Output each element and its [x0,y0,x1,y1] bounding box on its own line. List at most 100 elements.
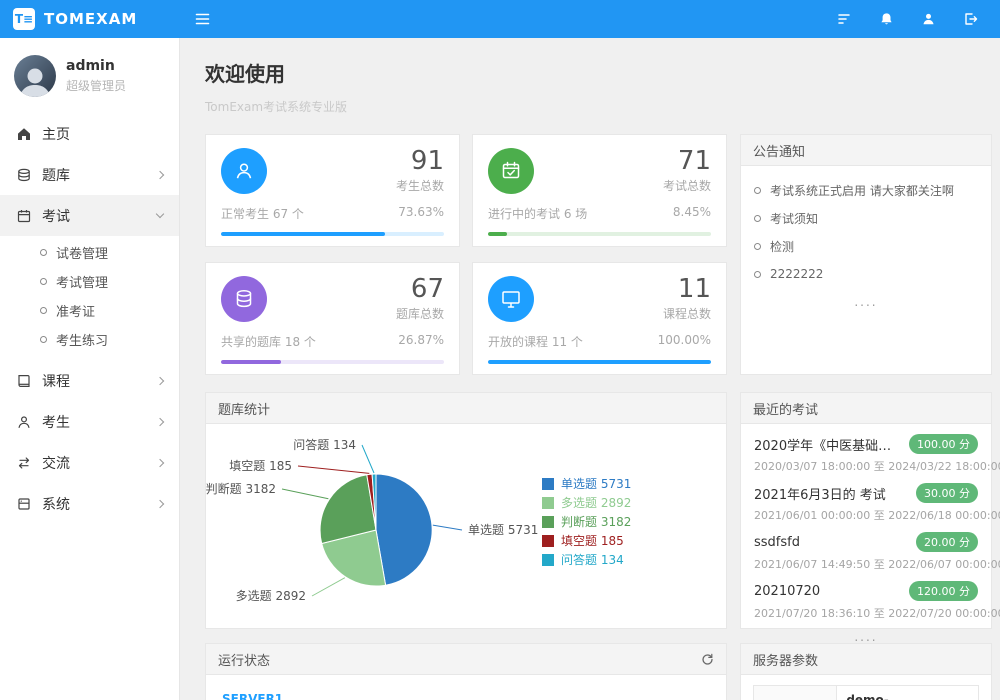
sidebar-item-communication[interactable]: 交流 [0,442,179,483]
sidebar-item-exam[interactable]: 考试 [0,195,179,236]
logout-icon[interactable] [963,12,978,26]
param-value: demo-pro.tomexam.com [837,686,979,700]
sidebar-subitem-label: 考试管理 [56,272,108,291]
chevron-right-icon [156,458,164,466]
brand-name: TOMEXAM [44,10,137,28]
refresh-icon[interactable] [701,653,714,666]
sidebar-subitem-paper-management[interactable]: 试卷管理 [0,238,179,267]
bullet-circle-icon [754,243,761,250]
sidebar-item-system[interactable]: 系统 [0,483,179,524]
sidebar-item-home[interactable]: 主页 [0,113,179,154]
legend-label: 问答题 134 [561,551,624,568]
legend-swatch [542,554,554,566]
calendar-icon [16,209,31,223]
sidebar-item-question-bank[interactable]: 题库 [0,154,179,195]
ranking-list-icon[interactable] [837,12,852,26]
server-tab[interactable]: SERVER1 [220,692,285,700]
panel-title: 公告通知 [753,141,805,160]
announcement-item[interactable]: 2222222 [754,260,978,288]
legend-item[interactable]: 判断题 3182 [542,512,631,531]
label-leader-line [362,445,374,473]
panel-header: 公告通知 [741,135,991,166]
legend-swatch [542,535,554,547]
sidebar-subitem-label: 试卷管理 [56,243,108,262]
menu-toggle-icon[interactable] [195,12,210,26]
bullet-circle-icon [754,271,761,278]
score-badge: 30.00 分 [916,483,978,503]
sidebar-item-label: 考试 [42,206,70,226]
user-account-icon[interactable] [921,12,936,26]
stat-card-question-banks: 67 题库总数 共享的题库 18 个 26.87% [205,262,460,375]
stat-percent: 73.63% [398,205,444,222]
progress-bar [221,232,444,236]
exam-list-item[interactable]: 2020学年《中医基础理论》100.00 分 2020/03/07 18:00:… [754,434,978,474]
exam-list-item[interactable]: ssdfsfd20.00 分 2021/06/07 14:49:50 至 202… [754,532,978,572]
stat-value: 11 [663,276,711,303]
stat-card-courses: 11 课程总数 开放的课程 11 个 100.00% [472,262,727,375]
stat-card-examinees: 91 考生总数 正常考生 67 个 73.63% [205,134,460,247]
exam-name: 2020学年《中医基础理论》 [754,435,903,454]
pie-slice-label: 判断题 3182 [206,481,276,496]
more-announcements-link[interactable]: .... [754,295,978,309]
announcement-text: 检测 [770,238,794,255]
notifications-bell-icon[interactable] [879,12,894,26]
sidebar-subitem-label: 准考证 [56,301,95,320]
panel-header: 服务器参数 [741,644,991,675]
label-leader-line [282,489,328,499]
stat-label: 考生总数 [396,177,444,194]
topbar-actions [837,12,1000,26]
sidebar-item-course[interactable]: 课程 [0,360,179,401]
more-exams-link[interactable]: .... [754,630,978,644]
pie-slice[interactable] [376,474,432,585]
stat-cards: 91 考生总数 正常考生 67 个 73.63% [205,134,727,375]
announcement-item[interactable]: 检测 [754,232,978,260]
sidebar-subitem-admission-ticket[interactable]: 准考证 [0,296,179,325]
announcements-panel: 公告通知 考试系统正式启用 请大家都关注啊 考试须知 检测 2222222 ..… [740,134,992,375]
sidebar: admin 超级管理员 主页 题库 考试 试卷管理 考试管理 准考 [0,38,180,700]
sidebar-subitem-practice[interactable]: 考生练习 [0,325,179,354]
legend-item[interactable]: 填空题 185 [542,531,631,550]
panel-header: 运行状态 [206,644,726,675]
announcement-text: 考试须知 [770,210,818,227]
run-status-panel: 运行状态 SERVER1 [205,643,727,700]
bullet-circle-icon [754,187,761,194]
user-name: admin [66,58,126,74]
progress-bar [488,360,711,364]
legend-item[interactable]: 多选题 2892 [542,493,631,512]
user-profile: admin 超级管理员 [0,38,179,113]
stat-percent: 8.45% [673,205,711,222]
legend-item[interactable]: 单选题 5731 [542,474,631,493]
sidebar-item-label: 课程 [42,371,70,391]
page-subtitle: TomExam考试系统专业版 [205,98,992,115]
chevron-right-icon [156,170,164,178]
bullet-circle-icon [40,336,47,343]
stat-value: 91 [396,148,444,175]
exam-list-item[interactable]: 20210720120.00 分 2021/07/20 18:36:10 至 2… [754,581,978,621]
server-params-table: 服务器名称 demo-pro.tomexam.com [753,685,979,700]
page-title: 欢迎使用 [205,58,992,87]
legend-swatch [542,497,554,509]
sidebar-menu: 主页 题库 考试 试卷管理 考试管理 准考证 考生练习 课程 [0,113,179,524]
bullet-circle-icon [40,249,47,256]
legend-item[interactable]: 问答题 134 [542,550,631,569]
legend-swatch [542,478,554,490]
label-leader-line [298,466,369,473]
announcement-item[interactable]: 考试须知 [754,204,978,232]
table-row: 服务器名称 demo-pro.tomexam.com [754,686,979,700]
stat-value: 67 [396,276,444,303]
legend-label: 多选题 2892 [561,494,631,511]
avatar[interactable] [14,55,56,97]
announcement-item[interactable]: 考试系统正式启用 请大家都关注啊 [754,176,978,204]
pie-slice-label: 多选题 2892 [236,589,306,603]
question-bank-stats-panel: 题库统计 单选题 5731多选题 2892判断题 3182填空题 185问答题 … [205,392,727,629]
calendar-check-icon [488,148,534,194]
main-content: 欢迎使用 TomExam考试系统专业版 91 考生总数 [180,38,1000,700]
score-badge: 20.00 分 [916,532,978,552]
sidebar-subitem-exam-management[interactable]: 考试管理 [0,267,179,296]
home-icon [16,127,31,141]
legend-label: 判断题 3182 [561,513,631,530]
stat-sub-text: 共享的题库 18 个 [221,333,316,350]
sidebar-item-examinee[interactable]: 考生 [0,401,179,442]
exam-list-item[interactable]: 2021年6月3日的 考试30.00 分 2021/06/01 00:00:00… [754,483,978,523]
legend-label: 填空题 185 [561,532,624,549]
